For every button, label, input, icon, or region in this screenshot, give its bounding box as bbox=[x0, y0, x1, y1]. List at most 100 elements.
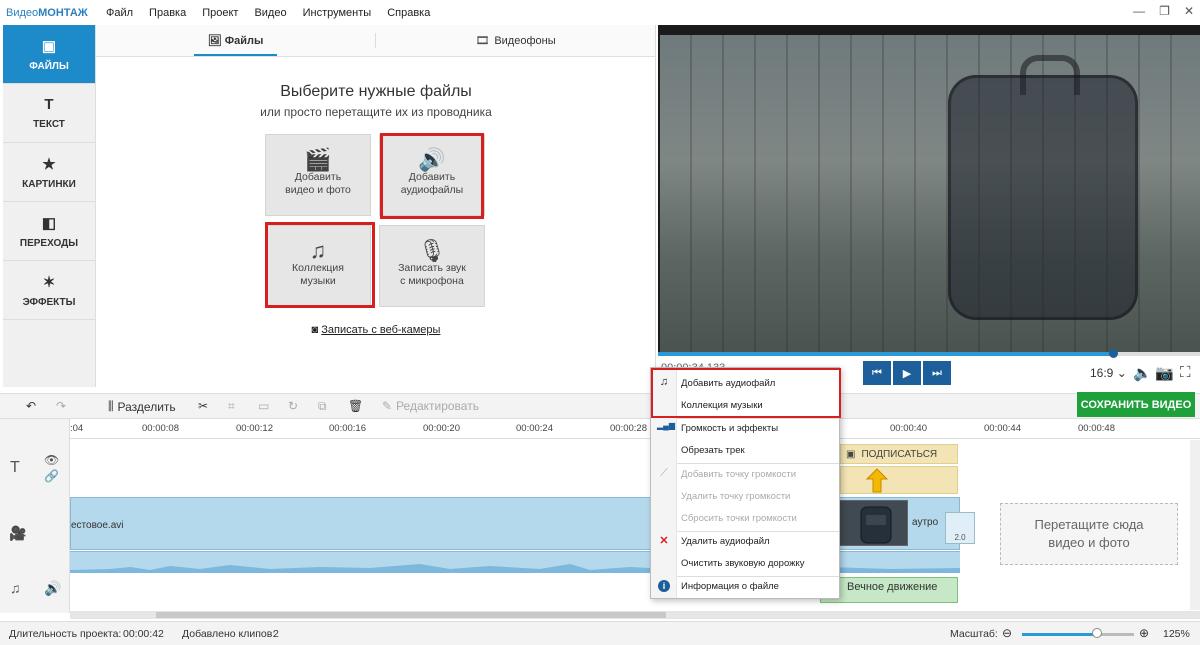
nav-effects[interactable]: ✶ ЭФФЕКТЫ bbox=[3, 261, 95, 320]
rotate-button[interactable]: ↻ bbox=[288, 399, 298, 413]
video-preview[interactable] bbox=[658, 25, 1200, 352]
save-video-button[interactable]: СОХРАНИТЬ ВИДЕО bbox=[1077, 392, 1195, 417]
tab-video-backgrounds[interactable]: 🎞 Видеофоны bbox=[376, 25, 655, 56]
volume-bars-icon: ▂▄▆ bbox=[657, 421, 675, 430]
snapshot-button[interactable]: ⧉ bbox=[318, 399, 327, 414]
pencil-icon: ✎ bbox=[382, 399, 393, 413]
tick-label: 00:00:24 bbox=[516, 423, 553, 434]
tab-files[interactable]: 🖼 Файлы bbox=[96, 25, 375, 56]
menu-item-reset-volume-points[interactable]: Сбросить точки громкости bbox=[651, 508, 839, 528]
minimize-icon[interactable]: — bbox=[1133, 4, 1145, 18]
window-controls: — ❐ ✕ bbox=[1133, 4, 1194, 18]
playback-progress[interactable] bbox=[658, 349, 1200, 358]
eye-icon[interactable]: 👁 bbox=[44, 453, 59, 467]
skip-forward-icon: ⏭ bbox=[932, 366, 942, 379]
menu-item-label: Информация о файле bbox=[681, 580, 779, 592]
nav-transitions[interactable]: ◧ ПЕРЕХОДЫ bbox=[3, 202, 95, 261]
nav-text-label: ТЕКСТ bbox=[33, 119, 65, 130]
crop-icon: ⌗ bbox=[228, 399, 235, 413]
crop-button[interactable]: ⌗ bbox=[228, 399, 235, 414]
menu-item-label: Сбросить точки громкости bbox=[681, 512, 797, 524]
tick-label: 00:00:40 bbox=[890, 423, 927, 434]
menu-item-remove-volume-point[interactable]: Удалить точку громкости bbox=[651, 486, 839, 506]
split-button[interactable]: ⫼ Разделить bbox=[108, 399, 176, 414]
nav-pictures[interactable]: ★ КАРТИНКИ bbox=[3, 143, 95, 202]
play-button[interactable]: ▶ bbox=[893, 361, 921, 385]
duration-value: 00:00:42 bbox=[123, 628, 164, 640]
menu-item-add-volume-point[interactable]: ⟋ Добавить точку громкости bbox=[651, 464, 839, 484]
timeline-scrollbar[interactable] bbox=[70, 611, 1200, 619]
menu-item-clear-track[interactable]: Очистить звуковую дорожку bbox=[651, 553, 839, 573]
progress-fill bbox=[658, 352, 1114, 356]
scissors-button[interactable]: ✂ bbox=[198, 399, 208, 413]
menu-item-volume-effects[interactable]: ▂▄▆ Громкость и эффекты bbox=[651, 418, 839, 438]
transition-block[interactable]: 2.0 bbox=[945, 512, 975, 544]
zoom-knob[interactable] bbox=[1092, 628, 1103, 638]
menu-item-delete-audio[interactable]: ✕ Удалить аудиофайл bbox=[651, 531, 839, 551]
menu-item-label: Обрезать трек bbox=[681, 444, 745, 456]
nav-files[interactable]: ▣ ФАЙЛЫ bbox=[3, 25, 95, 84]
duration-label: Длительность проекта: bbox=[9, 628, 122, 640]
microphone-icon: 🎙 bbox=[418, 238, 446, 263]
zoom-label: Масштаб: bbox=[950, 628, 998, 640]
tick-label: :04 bbox=[70, 423, 84, 434]
backpack-image bbox=[948, 75, 1138, 320]
outro-clip-label: аутро bbox=[912, 517, 939, 528]
menu-file[interactable]: Файл bbox=[98, 7, 141, 19]
zoom-slider[interactable] bbox=[1022, 633, 1134, 636]
next-button[interactable]: ⏭ bbox=[923, 361, 951, 385]
outro-thumbnail[interactable] bbox=[838, 500, 908, 546]
scrollbar-thumb[interactable] bbox=[156, 612, 666, 618]
title-track[interactable] bbox=[70, 439, 1200, 496]
tile-label: с микрофона bbox=[400, 275, 464, 287]
menu-tools[interactable]: Инструменты bbox=[295, 7, 380, 19]
menu-item-file-info[interactable]: i Информация о файле bbox=[651, 576, 839, 596]
menu-project[interactable]: Проект bbox=[194, 7, 246, 19]
transition-duration: 2.0 bbox=[954, 533, 966, 542]
zoom-in-icon[interactable]: ⊕ bbox=[1139, 626, 1149, 640]
link-icon[interactable]: 🔗 bbox=[44, 469, 59, 483]
menu-bar: Файл Правка Проект Видео Инструменты Спр… bbox=[98, 7, 438, 19]
tick-label: 00:00:28 bbox=[610, 423, 647, 434]
edit-button[interactable]: ✎ Редактировать bbox=[382, 399, 479, 413]
app-logo: ВидеоМОНТАЖ bbox=[6, 6, 88, 19]
time-ruler[interactable]: :04 00:00:08 00:00:12 00:00:16 00:00:20 … bbox=[70, 419, 1200, 439]
add-video-photo-button[interactable]: 🎬 Добавить видео и фото bbox=[265, 134, 371, 216]
fullscreen-icon[interactable]: ⛶ bbox=[1180, 364, 1191, 381]
music-clip-name: Вечное движение bbox=[847, 581, 938, 593]
arrow-sticker-clip[interactable] bbox=[840, 466, 958, 494]
transitions-icon: ◧ bbox=[41, 214, 57, 232]
menu-video[interactable]: Видео bbox=[246, 7, 294, 19]
volume-icon[interactable]: 🔈 bbox=[1133, 364, 1152, 382]
delete-x-icon: ✕ bbox=[659, 535, 669, 547]
zoom-fill bbox=[1022, 633, 1098, 636]
menu-edit[interactable]: Правка bbox=[141, 7, 194, 19]
prev-button[interactable]: ⏮ bbox=[863, 361, 891, 385]
webcam-record-link[interactable]: ◙ Записать с веб-камеры bbox=[96, 324, 656, 336]
close-icon[interactable]: ✕ bbox=[1184, 4, 1194, 18]
record-microphone-button[interactable]: 🎙 Записать звук с микрофона bbox=[379, 225, 485, 307]
menu-help[interactable]: Справка bbox=[379, 7, 438, 19]
highlight-frame bbox=[380, 133, 484, 219]
track-volume-icon[interactable]: 🔊 bbox=[44, 580, 61, 597]
menu-item-trim-track[interactable]: Обрезать трек bbox=[651, 440, 839, 460]
drop-zone[interactable]: Перетащите сюда видео и фото bbox=[1000, 503, 1178, 565]
maximize-icon[interactable]: ❐ bbox=[1159, 4, 1170, 18]
frame-button[interactable]: ▭ bbox=[258, 399, 269, 413]
subscribe-label: ПОДПИСАТЬСЯ bbox=[861, 448, 938, 460]
nav-text[interactable]: T ТЕКСТ bbox=[3, 84, 95, 143]
zoom-out-icon[interactable]: ⊖ bbox=[1002, 626, 1012, 640]
music-clip[interactable]: Вечное движение bbox=[820, 577, 958, 603]
aspect-ratio-select[interactable]: 16:9 ⌄ bbox=[1090, 366, 1127, 380]
camera-icon[interactable]: 📷 bbox=[1155, 364, 1174, 382]
timeline-vscrollbar[interactable] bbox=[1190, 440, 1200, 610]
redo-button[interactable]: ↷ bbox=[56, 399, 66, 413]
subscribe-clip[interactable]: ▣ ПОДПИСАТЬСЯ bbox=[840, 444, 958, 464]
tick-label: 00:00:44 bbox=[984, 423, 1021, 434]
undo-button[interactable]: ↶ bbox=[26, 399, 36, 413]
music-track[interactable]: Вечное движение bbox=[70, 573, 1200, 609]
info-icon: i bbox=[658, 580, 670, 592]
nav-effects-label: ЭФФЕКТЫ bbox=[22, 296, 76, 308]
progress-knob[interactable] bbox=[1109, 349, 1119, 358]
delete-button[interactable]: 🗑 bbox=[348, 399, 363, 413]
